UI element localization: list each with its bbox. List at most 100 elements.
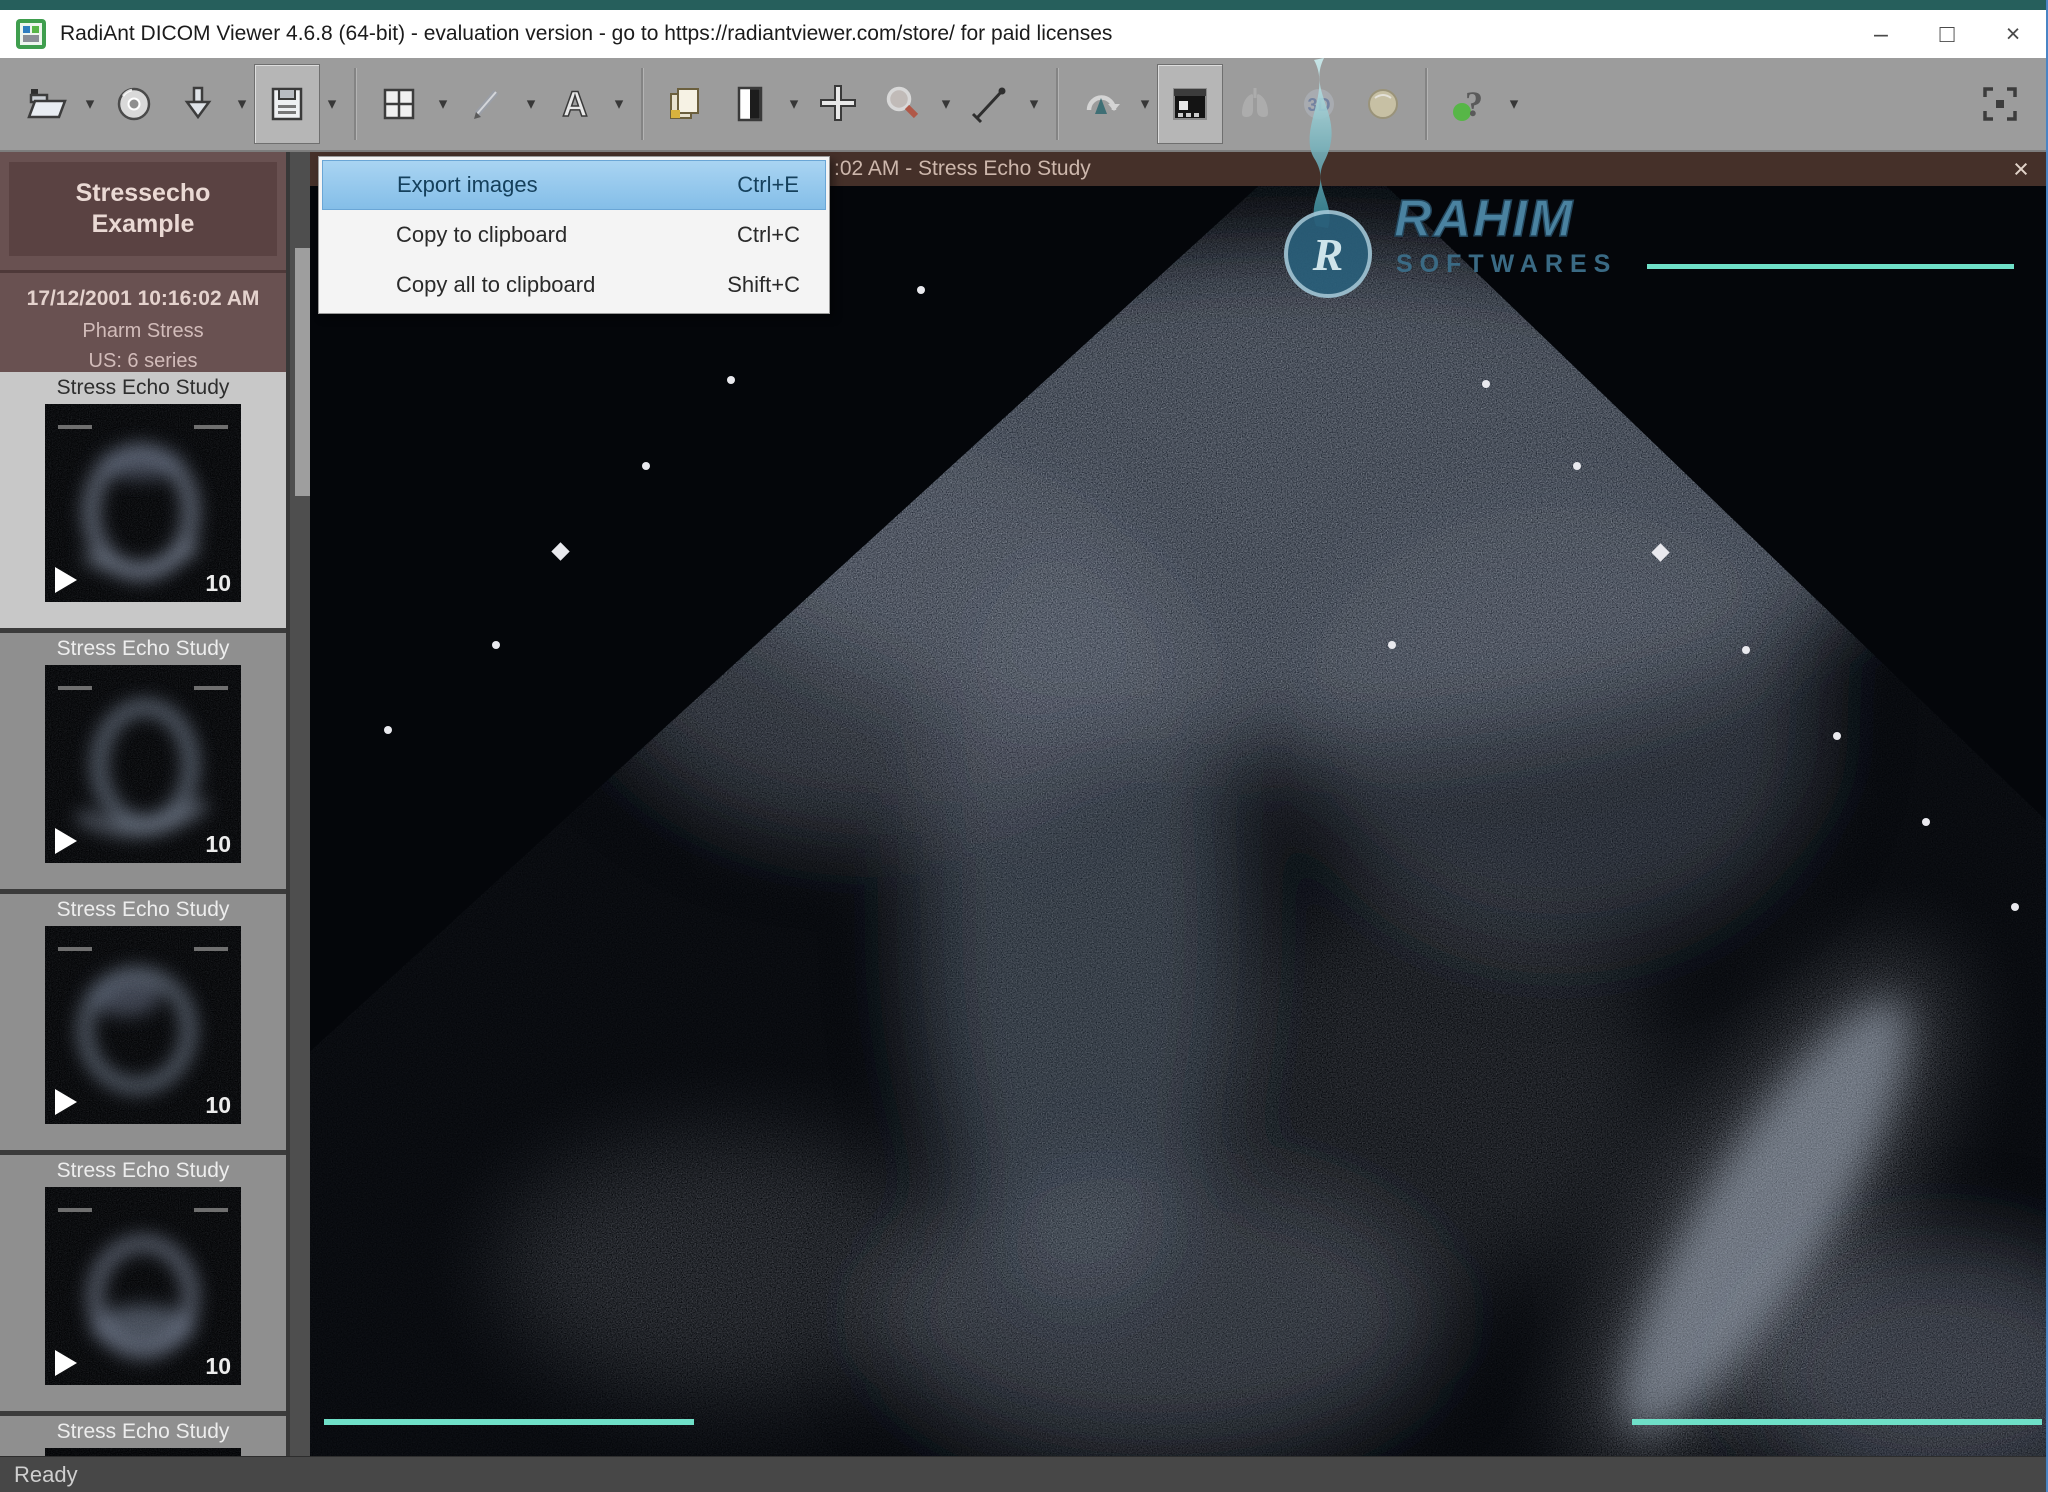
study-datetime: 17/12/2001 10:16:02 AM: [26, 287, 260, 310]
series-thumb-image: 10: [45, 926, 241, 1124]
series-label: Stress Echo Study: [56, 376, 230, 399]
layout-grid-icon: [383, 88, 415, 120]
menu-item-export-images[interactable]: Export images Ctrl+E: [322, 160, 826, 210]
frame-count: 10: [205, 570, 231, 596]
menu-item-label: Copy all to clipboard: [396, 272, 596, 297]
stack-icon: [670, 88, 699, 119]
series-label: Stress Echo Study: [56, 1159, 230, 1182]
series-thumbnail-4[interactable]: Stress Echo Study 10: [0, 1155, 286, 1416]
pen-icon: [474, 90, 499, 119]
frame-count: 10: [205, 1092, 231, 1118]
cine-player-button[interactable]: [1157, 64, 1223, 144]
series-label: Stress Echo Study: [56, 1420, 230, 1443]
fullscreen-button[interactable]: [1968, 65, 2032, 143]
series-thumb-image: [45, 1448, 241, 1456]
play-icon[interactable]: [55, 828, 77, 854]
thumbnail-list: Stress Echo Study 10 Stress Echo Study 1…: [0, 372, 286, 1456]
series-thumbnail-5[interactable]: Stress Echo Study: [0, 1416, 286, 1456]
measure-tool-button[interactable]: [958, 65, 1022, 143]
zoom-dropdown[interactable]: ▾: [934, 65, 958, 143]
minimize-button[interactable]: –: [1848, 10, 1914, 58]
close-button[interactable]: ×: [1980, 10, 2046, 58]
main-toolbar: ▾ ▾ ▾ ▾ ▾ A ▾ ▾ ▾ ▾ ▾ 3D ? ▾: [0, 58, 2046, 152]
scrollbar-thumb[interactable]: [295, 248, 310, 496]
pan-cross-icon: [820, 85, 856, 121]
annotation-pen-button[interactable]: [455, 65, 519, 143]
study-info: 17/12/2001 10:16:02 AM Pharm Stress US: …: [0, 270, 286, 372]
toolbar-separator: [1056, 68, 1059, 140]
toolbar-separator: [354, 68, 357, 140]
save-floppy-icon: [271, 87, 303, 121]
annotation-dropdown[interactable]: ▾: [519, 65, 543, 143]
series-thumb-image: 10: [45, 404, 241, 602]
sidebar-scrollbar[interactable]: [286, 152, 310, 1456]
image-viewport: :02 AM - Stress Echo Study ×: [310, 152, 2046, 1456]
export-save-dropdown[interactable]: ▾: [320, 65, 344, 143]
sphere-tool-button[interactable]: [1351, 65, 1415, 143]
menu-item-copy-to-clipboard[interactable]: Copy to clipboard Ctrl+C: [322, 210, 826, 260]
zoom-tool-button[interactable]: [870, 65, 934, 143]
brightness-contrast-icon: [737, 86, 763, 122]
rotate-dropdown[interactable]: ▾: [1133, 65, 1157, 143]
toolbar-separator: [1425, 68, 1428, 140]
download-study-button[interactable]: [166, 65, 230, 143]
svg-text:?: ?: [1465, 84, 1483, 124]
play-icon[interactable]: [55, 567, 77, 593]
layout-dropdown[interactable]: ▾: [431, 65, 455, 143]
title-bar: RadiAnt DICOM Viewer 4.6.8 (64-bit) - ev…: [0, 10, 2046, 58]
text-a-icon: A: [562, 84, 589, 125]
rotate-tool-button[interactable]: [1069, 65, 1133, 143]
window-level-dropdown[interactable]: ▾: [782, 65, 806, 143]
3d-icon: 3D: [1304, 89, 1334, 119]
window-top-border: [0, 0, 2046, 10]
text-annotation-dropdown[interactable]: ▾: [607, 65, 631, 143]
pan-tool-button[interactable]: [806, 65, 870, 143]
series-thumbnail-2[interactable]: Stress Echo Study 10: [0, 633, 286, 894]
frame-count: 10: [205, 1353, 231, 1379]
browse-series-button[interactable]: [654, 65, 718, 143]
open-folder-dropdown[interactable]: ▾: [78, 65, 102, 143]
series-sidebar: Stressecho Example 17/12/2001 10:16:02 A…: [0, 152, 286, 1456]
viewport-close-icon[interactable]: ×: [2006, 154, 2036, 185]
cine-film-icon: [1173, 88, 1207, 120]
fullscreen-icon: [1983, 87, 2017, 121]
3d-tool-button[interactable]: 3D: [1287, 65, 1351, 143]
menu-item-shortcut: Ctrl+C: [737, 222, 800, 247]
series-thumbnail-1[interactable]: Stress Echo Study 10: [0, 372, 286, 633]
frame-count: 10: [205, 831, 231, 857]
series-label: Stress Echo Study: [56, 637, 230, 660]
rotate-icon: [1086, 95, 1120, 114]
radiant-dicom-viewer-window: RadiAnt DICOM Viewer 4.6.8 (64-bit) - ev…: [0, 0, 2048, 1492]
help-dropdown[interactable]: ▾: [1502, 65, 1526, 143]
help-button[interactable]: ?: [1438, 65, 1502, 143]
series-label: Stress Echo Study: [56, 898, 230, 921]
app-logo-icon: [16, 19, 46, 49]
open-folder-button[interactable]: [14, 65, 78, 143]
svg-text:3D: 3D: [1307, 95, 1330, 115]
window-level-button[interactable]: [718, 65, 782, 143]
series-thumbnail-3[interactable]: Stress Echo Study 10: [0, 894, 286, 1155]
window-title: RadiAnt DICOM Viewer 4.6.8 (64-bit) - ev…: [60, 22, 1113, 45]
menu-item-copy-all-to-clipboard[interactable]: Copy all to clipboard Shift+C: [322, 260, 826, 310]
patient-name: Stressecho Example: [9, 162, 277, 256]
series-layout-button[interactable]: [367, 65, 431, 143]
series-summary: US: 6 series: [88, 350, 198, 372]
study-description: Pharm Stress: [82, 320, 204, 342]
open-cd-button[interactable]: [102, 65, 166, 143]
series-thumb-image: 10: [45, 1187, 241, 1385]
export-save-button[interactable]: [254, 64, 320, 144]
menu-item-shortcut: Shift+C: [727, 272, 800, 297]
ultrasound-image[interactable]: [310, 186, 2046, 1456]
magnifier-icon: [886, 86, 919, 119]
measure-line-icon: [971, 87, 1006, 124]
play-icon[interactable]: [55, 1089, 77, 1115]
maximize-button[interactable]: □: [1914, 10, 1980, 58]
menu-item-label: Export images: [397, 172, 538, 197]
export-dropdown-menu: Export images Ctrl+E Copy to clipboard C…: [318, 156, 830, 314]
text-annotation-button[interactable]: A: [543, 65, 607, 143]
lungs-tool-button[interactable]: [1223, 65, 1287, 143]
play-icon[interactable]: [55, 1350, 77, 1376]
download-dropdown[interactable]: ▾: [230, 65, 254, 143]
measure-dropdown[interactable]: ▾: [1022, 65, 1046, 143]
window-controls: – □ ×: [1848, 10, 2046, 58]
